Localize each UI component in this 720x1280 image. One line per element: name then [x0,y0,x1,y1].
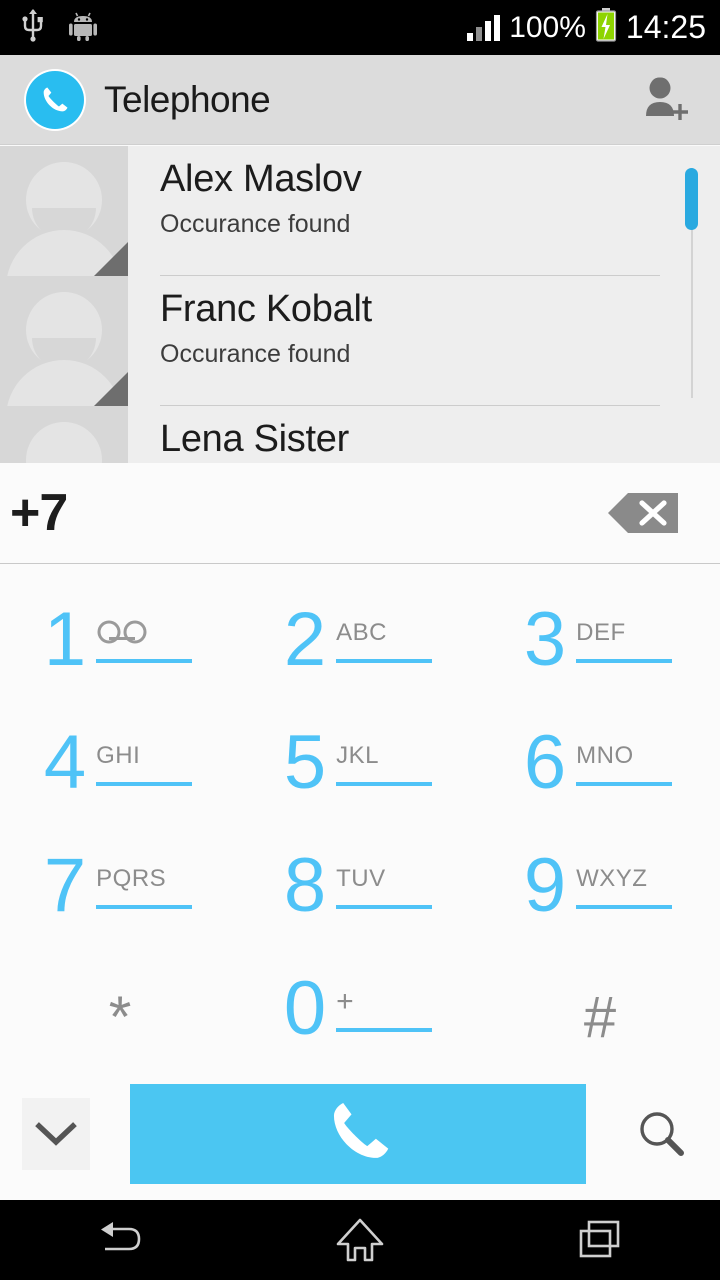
contact-name: Lena Sister [160,418,349,460]
key-digit: 8 [283,843,327,929]
key-underline [336,904,433,909]
key-underline [96,904,193,909]
list-item[interactable]: Franc Kobalt Occurance found [0,276,720,406]
key-digit: 0 [283,966,327,1052]
page-title: Telephone [104,78,271,120]
dial-number-input[interactable]: +7 [10,483,68,543]
key-digit: 2 [283,597,327,683]
voicemail-icon [96,619,196,647]
dialer-action-bar [0,1068,720,1200]
dialer-panel: +7 1 2 ABC 3 DEF 4 GHI 5 JKL 6 MNO 7 PQR… [0,463,720,1200]
system-nav-bar [0,1200,720,1280]
key-digit: * [108,985,132,1051]
status-bar-left-icons [20,8,98,47]
contact-avatar-placeholder-icon [0,406,128,463]
key-underline [336,781,433,786]
keypad-key-7[interactable]: 7 PQRS [0,816,240,939]
keypad-row: * 0 + # [0,939,720,1062]
key-underline [96,781,193,786]
contact-text: Franc Kobalt Occurance found [128,276,720,406]
key-letters: JKL [336,741,379,769]
phone-logo-icon [26,70,84,129]
keypad-key-1[interactable]: 1 [0,570,240,693]
contact-text: Lena Sister [128,406,720,463]
key-letters: MNO [576,741,634,769]
home-icon[interactable] [300,1200,420,1280]
keypad-key-6[interactable]: 6 MNO [480,693,720,816]
key-underline [576,658,673,663]
keypad-key-star[interactable]: * [0,939,240,1062]
key-letters: DEF [576,618,626,646]
signal-bars-icon [467,14,501,41]
contact-subtitle: Occurance found [160,209,351,238]
contact-avatar-placeholder-icon [0,276,128,406]
list-item[interactable]: Lena Sister [0,406,720,463]
backspace-delete-icon[interactable] [602,487,686,539]
keypad-key-3[interactable]: 3 DEF [480,570,720,693]
keypad-key-4[interactable]: 4 GHI [0,693,240,816]
keypad-row: 4 GHI 5 JKL 6 MNO [0,693,720,816]
back-icon[interactable] [60,1200,180,1280]
dial-input-bar[interactable]: +7 [0,463,720,564]
status-bar: 100% 14:25 [0,0,720,55]
key-underline [576,781,673,786]
key-underline [336,1027,433,1032]
call-button[interactable] [130,1084,586,1184]
key-digit: 1 [43,597,87,683]
keypad-key-0[interactable]: 0 + [240,939,480,1062]
contact-subtitle: Occurance found [160,339,351,368]
keypad-key-hash[interactable]: # [480,939,720,1062]
call-phone-icon [321,1095,395,1174]
key-digit: 6 [523,720,567,806]
key-letters: WXYZ [576,864,648,892]
keypad[interactable]: 1 2 ABC 3 DEF 4 GHI 5 JKL 6 MNO 7 PQRS 8… [0,564,720,1062]
keypad-row: 1 2 ABC 3 DEF [0,570,720,693]
key-underline [576,904,673,909]
recents-icon[interactable] [540,1200,660,1280]
keypad-key-8[interactable]: 8 TUV [240,816,480,939]
add-contact-icon[interactable] [632,68,696,132]
key-underline [96,658,193,663]
key-letters: TUV [336,864,386,892]
keypad-key-9[interactable]: 9 WXYZ [480,816,720,939]
key-letters: PQRS [96,864,167,892]
usb-icon [20,8,46,47]
phone-screen: 100% 14:25 Telephone Alex Maslov Occuran… [0,0,720,1280]
battery-percent-label: 100% [509,10,586,44]
key-letters: GHI [96,741,141,769]
contact-text: Alex Maslov Occurance found [128,146,720,276]
list-item[interactable]: Alex Maslov Occurance found [0,146,720,276]
key-plus-label: + [336,984,354,1018]
android-icon [68,9,98,46]
keypad-row: 7 PQRS 8 TUV 9 WXYZ [0,816,720,939]
keypad-key-2[interactable]: 2 ABC [240,570,480,693]
app-header: Telephone [0,55,720,145]
key-digit: # [583,985,617,1051]
key-digit: 3 [523,597,567,683]
keypad-key-5[interactable]: 5 JKL [240,693,480,816]
key-digit: 9 [523,843,567,929]
key-digit: 4 [43,720,87,806]
key-letters: ABC [336,618,387,646]
search-icon[interactable] [626,1098,698,1170]
contact-avatar-placeholder-icon [0,146,128,276]
chevron-down-icon[interactable] [22,1098,90,1170]
status-bar-clock: 14:25 [625,9,706,45]
contact-name: Alex Maslov [160,158,362,200]
status-bar-right-icons: 100% 14:25 [467,8,706,47]
key-digit: 7 [43,843,87,929]
key-digit: 5 [283,720,327,806]
key-underline [336,658,433,663]
battery-charging-icon [595,8,617,47]
contact-name: Franc Kobalt [160,288,372,330]
contact-list[interactable]: Alex Maslov Occurance found Franc Kobalt… [0,146,720,463]
scrollbar-thumb[interactable] [685,168,698,230]
